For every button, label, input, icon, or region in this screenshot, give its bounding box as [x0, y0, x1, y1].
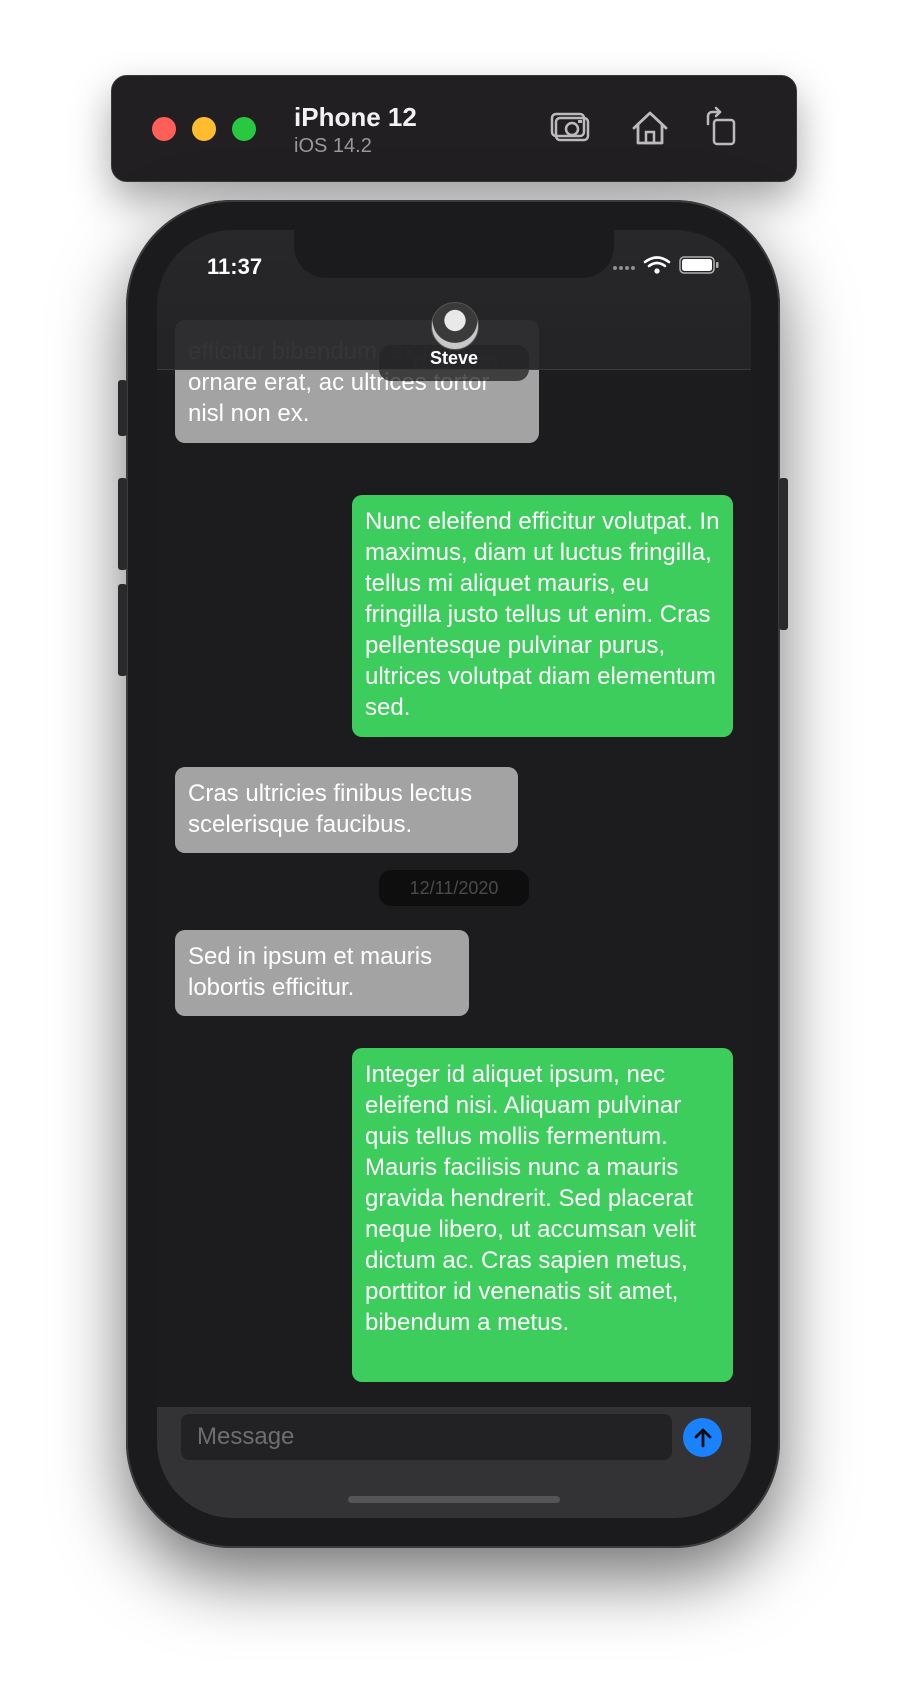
volume-down-button: [118, 584, 127, 676]
message-text: Nunc eleifend efficitur volutpat. In max…: [365, 508, 720, 721]
power-button: [779, 478, 788, 630]
date-separator: 12/11/2020: [379, 870, 529, 906]
volume-up-button: [118, 478, 127, 570]
os-version: iOS 14.2: [294, 135, 372, 157]
message-text: Integer id aliquet ipsum, nec eleifend n…: [365, 1061, 696, 1336]
message-list[interactable]: efficitur bibendum, ex risus ornare erat…: [157, 230, 751, 1407]
notch: [294, 230, 614, 278]
home-indicator: [348, 1496, 560, 1503]
minimize-window-button[interactable]: [192, 117, 216, 141]
close-window-button[interactable]: [152, 117, 176, 141]
message-bubble-outgoing: Nunc eleifend efficitur volutpat. In max…: [352, 495, 733, 737]
home-icon[interactable]: [628, 106, 672, 150]
device-name: iPhone 12: [294, 102, 417, 132]
contact-avatar[interactable]: [431, 302, 479, 350]
rotate-icon[interactable]: [700, 106, 744, 150]
status-time: 11:37: [207, 254, 263, 279]
message-text: Cras ultricies finibus lectus scelerisqu…: [188, 780, 473, 838]
message-input[interactable]: [181, 1414, 672, 1460]
arrow-up-icon: [694, 1428, 711, 1447]
status-indicators: [611, 254, 721, 276]
mute-switch: [118, 380, 127, 436]
zoom-window-button[interactable]: [232, 117, 256, 141]
simulator-toolbar: iPhone 12 iOS 14.2: [111, 75, 797, 182]
phone-screen: 11:37 efficitur bibendum, ex risus ornar…: [157, 230, 751, 1518]
message-text: Sed in ipsum et mauris lobortis efficitu…: [188, 943, 433, 1001]
contact-name[interactable]: Steve: [157, 348, 751, 369]
composer-bar: [157, 1407, 751, 1518]
message-bubble-outgoing: Integer id aliquet ipsum, nec eleifend n…: [352, 1048, 733, 1382]
message-bubble-incoming: Cras ultricies finibus lectus scelerisqu…: [175, 767, 518, 853]
message-bubble-incoming: Sed in ipsum et mauris lobortis efficitu…: [175, 930, 469, 1016]
send-button[interactable]: [683, 1418, 722, 1457]
screenshot-icon[interactable]: [550, 106, 594, 150]
